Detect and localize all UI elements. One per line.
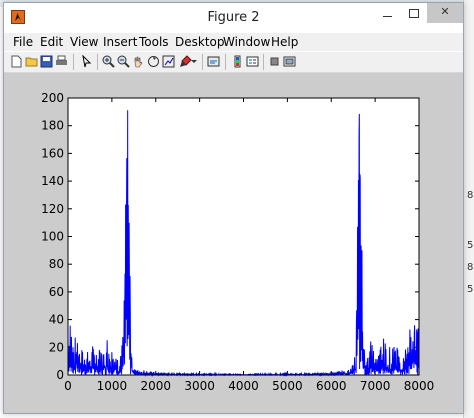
toolbar-separator bbox=[97, 54, 98, 70]
y-tick-label: 140 bbox=[41, 174, 64, 188]
menu-help[interactable]: Help bbox=[271, 35, 298, 49]
menu-file[interactable]: File bbox=[13, 35, 33, 49]
zoom-in-icon[interactable] bbox=[102, 55, 115, 68]
x-tick-label: 3000 bbox=[184, 379, 215, 393]
menu-bar: File Edit View Insert Tools Desktop Wind… bbox=[4, 33, 463, 51]
background-text: 5 bbox=[467, 284, 474, 295]
maximize-button[interactable] bbox=[401, 3, 427, 23]
x-tick-label: 6000 bbox=[316, 379, 347, 393]
title-bar[interactable]: Figure 2 bbox=[4, 3, 463, 32]
x-tick-label: 1000 bbox=[97, 379, 128, 393]
x-tick-label: 0 bbox=[64, 379, 72, 393]
chevron-down-icon[interactable] bbox=[190, 55, 198, 68]
toolbar-separator bbox=[73, 54, 74, 70]
background-text: 8 bbox=[467, 190, 474, 201]
x-tick-label: 4000 bbox=[228, 379, 259, 393]
figure-toolbar bbox=[4, 52, 463, 73]
y-tick-label: 0 bbox=[56, 368, 64, 382]
data-cursor-icon[interactable] bbox=[162, 55, 175, 68]
insert-colorbar-icon[interactable] bbox=[231, 55, 244, 68]
menu-window[interactable]: Window bbox=[223, 35, 270, 49]
minimize-button[interactable] bbox=[375, 3, 401, 23]
x-tick-label: 5000 bbox=[272, 379, 303, 393]
y-tick-label: 160 bbox=[41, 146, 64, 160]
y-tick-label: 80 bbox=[49, 257, 64, 271]
figure-canvas: 0 1000 2000 3000 4000 5000 6000 7000 8000 0 20 40 60… bbox=[4, 73, 463, 413]
x-tick-label: 2000 bbox=[140, 379, 171, 393]
figure-window: Figure 2 File Edit View Insert Tools Des… bbox=[3, 2, 464, 414]
print-icon[interactable] bbox=[55, 55, 68, 68]
hide-plot-tools-icon[interactable] bbox=[268, 55, 281, 68]
insert-legend-icon[interactable] bbox=[246, 55, 259, 68]
open-file-icon[interactable] bbox=[25, 55, 38, 68]
zoom-out-icon[interactable] bbox=[117, 55, 130, 68]
new-figure-icon[interactable] bbox=[10, 55, 23, 68]
y-tick-label: 120 bbox=[41, 202, 64, 216]
x-tick-label: 8000 bbox=[404, 379, 435, 393]
y-tick-label: 20 bbox=[49, 340, 64, 354]
select-arrow-icon[interactable] bbox=[80, 55, 93, 68]
link-plot-icon[interactable] bbox=[207, 55, 220, 68]
show-plot-tools-icon[interactable] bbox=[283, 55, 296, 68]
plot-svg: 0 1000 2000 3000 4000 5000 6000 7000 8000 0 20 40 60… bbox=[41, 91, 435, 393]
background-window-edge: 8 5 8 5 bbox=[463, 0, 474, 418]
menu-insert[interactable]: Insert bbox=[103, 35, 137, 49]
toolbar-separator bbox=[202, 54, 203, 70]
rotate-3d-icon[interactable] bbox=[147, 55, 160, 68]
x-tick-label: 7000 bbox=[360, 379, 391, 393]
y-tick-label: 100 bbox=[41, 230, 64, 244]
background-text: 8 bbox=[467, 262, 474, 273]
y-tick-label: 200 bbox=[41, 91, 64, 105]
menu-desktop[interactable]: Desktop bbox=[175, 35, 225, 49]
pan-icon[interactable] bbox=[132, 55, 145, 68]
toolbar-separator bbox=[263, 54, 264, 70]
close-button[interactable] bbox=[427, 3, 463, 23]
y-tick-label: 60 bbox=[49, 285, 64, 299]
y-tick-label: 40 bbox=[49, 313, 64, 327]
background-text: 5 bbox=[467, 240, 474, 251]
y-tick-label: 180 bbox=[41, 119, 64, 133]
save-icon[interactable] bbox=[40, 55, 53, 68]
toolbar-separator bbox=[225, 54, 226, 70]
menu-tools[interactable]: Tools bbox=[139, 35, 169, 49]
menu-view[interactable]: View bbox=[70, 35, 98, 49]
menu-edit[interactable]: Edit bbox=[40, 35, 63, 49]
axes-background[interactable] bbox=[68, 98, 419, 375]
